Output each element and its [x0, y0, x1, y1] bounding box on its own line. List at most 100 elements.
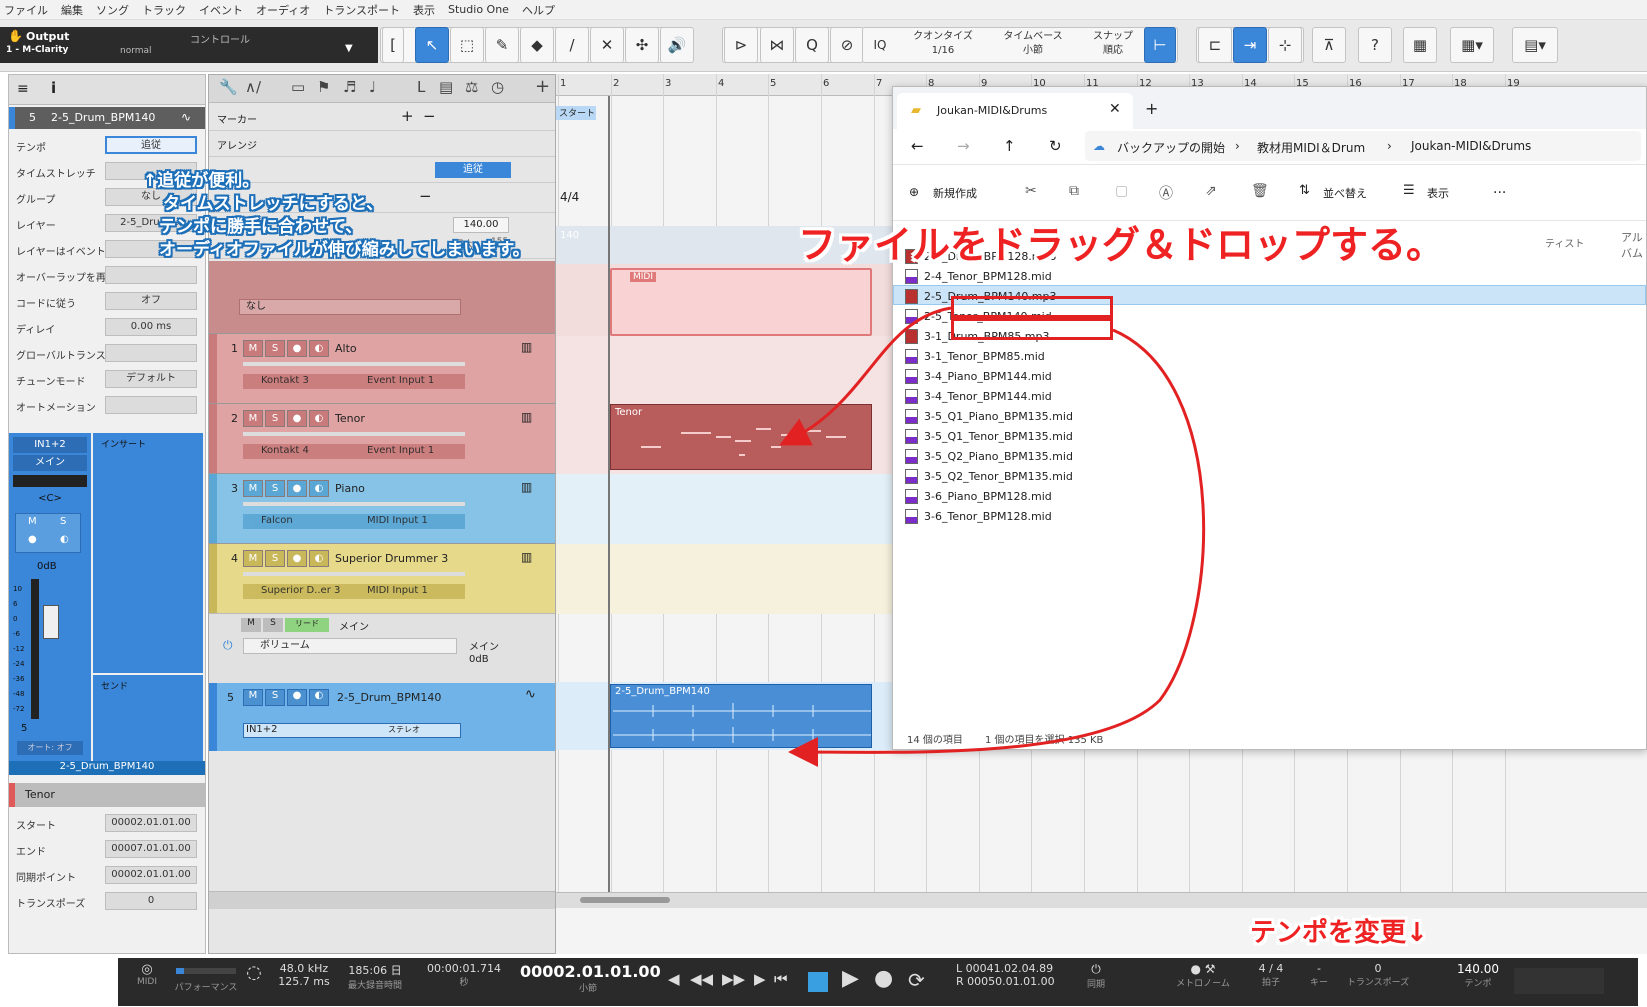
file-row[interactable]: 3-5_Q1_Tenor_BPM135.mid	[905, 427, 1073, 445]
event-row-value[interactable]: 00007.01.01.00	[105, 840, 197, 858]
track-instrument[interactable]: Superior D..er 3	[243, 584, 349, 599]
monitor-button[interactable]: ◐	[309, 340, 329, 357]
bracket-icon[interactable]: [	[382, 27, 404, 63]
bus-solo-button[interactable]: S	[263, 618, 283, 632]
track-midi-input[interactable]: Event Input 1	[349, 444, 465, 459]
folder-preset[interactable]: なし	[239, 299, 461, 315]
mute-button[interactable]: M	[243, 340, 263, 357]
wrench-icon[interactable]: 🔧	[219, 78, 238, 96]
play-button[interactable]: ▶	[842, 966, 859, 991]
rename-icon[interactable]: Ⓐ	[1159, 183, 1173, 203]
mute-button[interactable]: M	[243, 550, 263, 567]
breadcrumb-1[interactable]: バックアップの開始	[1117, 139, 1225, 156]
bus-mute-button[interactable]: M	[241, 618, 261, 632]
file-row[interactable]: 3-1_Tenor_BPM85.mid	[905, 347, 1045, 365]
audio-monitor-button[interactable]: ◐	[309, 689, 329, 706]
split-tool-icon[interactable]: ✎	[485, 27, 519, 63]
volume-fader[interactable]	[43, 605, 59, 639]
record-button[interactable]: ●	[874, 966, 893, 991]
column-album[interactable]: アルバム	[1621, 229, 1646, 261]
eraser-tool-icon[interactable]: ◆	[520, 27, 554, 63]
record-button[interactable]: ●	[287, 340, 307, 357]
timebase-setting[interactable]: タイムベース 小節	[993, 30, 1073, 58]
grid-icon[interactable]: ▦▾	[1450, 27, 1494, 63]
breadcrumb-3[interactable]: Joukan-MIDI&Drums	[1411, 139, 1531, 153]
delete-icon[interactable]: 🗑	[1251, 183, 1269, 199]
menu-file[interactable]: ファイル	[4, 2, 48, 18]
record-button[interactable]: ●	[287, 480, 307, 497]
audio-event[interactable]: 2-5_Drum_BPM140	[610, 684, 872, 748]
channel-output[interactable]: メイン	[13, 455, 87, 471]
chevron-down-icon[interactable]: ▼	[345, 43, 353, 54]
inspector-row-value[interactable]: デフォルト	[105, 370, 197, 388]
share-icon[interactable]: ⇗	[1205, 183, 1217, 199]
sync-button[interactable]: ⏻ 同期	[1078, 962, 1114, 990]
track-instrument[interactable]: Kontakt 3	[243, 374, 349, 389]
menu-studio-one[interactable]: Studio One	[448, 3, 509, 16]
file-row[interactable]: 3-4_Tenor_BPM144.mid	[905, 387, 1052, 405]
chord-icon[interactable]: ♬	[343, 78, 356, 96]
mute-tool-icon[interactable]: ✕	[590, 27, 624, 63]
file-row[interactable]: 3-5_Q1_Piano_BPM135.mid	[905, 407, 1073, 425]
menu-track[interactable]: トラック	[142, 2, 186, 18]
tempo-display[interactable]: 140.00 テンポ	[1450, 962, 1506, 989]
snap-setting[interactable]: スナップ 順応	[1083, 30, 1143, 58]
track-instrument[interactable]: Kontakt 4	[243, 444, 349, 459]
time-display[interactable]: 00:00:01.714 秒	[424, 962, 504, 988]
loop-range[interactable]: L 00041.02.04.89 R 00050.01.01.00	[956, 962, 1066, 988]
menu-help[interactable]: ヘルプ	[522, 2, 555, 18]
inspector-row-value[interactable]	[105, 266, 197, 284]
record-button[interactable]: ●	[287, 550, 307, 567]
solo-button[interactable]: S	[265, 410, 285, 427]
rewind-start-icon[interactable]: ◀	[668, 970, 680, 988]
inspector-row-value[interactable]: 0.00 ms	[105, 318, 197, 336]
automation-mode[interactable]: オート: オフ	[17, 741, 83, 755]
address-bar[interactable]: ☁ バックアップの開始 › 教材用MIDI＆Drum › Joukan-MIDI…	[1085, 131, 1641, 161]
layout-icon[interactable]: ▤▾	[1512, 27, 1558, 63]
track-midi-input[interactable]: Event Input 1	[349, 374, 465, 389]
snap-both-icon[interactable]: ⋈	[760, 27, 794, 63]
bend-tool-icon[interactable]: ✣	[625, 27, 659, 63]
inspector-row-value[interactable]	[105, 344, 197, 362]
breadcrumb-2[interactable]: 教材用MIDI＆Drum	[1257, 139, 1365, 156]
quantize-icon[interactable]: Q	[795, 27, 829, 63]
metronome[interactable]: ● ⚒ メトロノーム	[1168, 962, 1238, 989]
lyrics-icon[interactable]: L	[417, 78, 425, 96]
record-button[interactable]: ●	[287, 410, 307, 427]
mute-button[interactable]: M	[243, 410, 263, 427]
audio-mute-button[interactable]: M	[243, 689, 263, 706]
pan-slider[interactable]	[13, 475, 87, 487]
start-marker[interactable]: スタート	[556, 106, 596, 120]
new-tab-icon[interactable]: +	[1145, 99, 1158, 118]
mute-button[interactable]: M	[28, 516, 37, 527]
horizontal-scrollbar[interactable]	[556, 892, 1647, 908]
file-row[interactable]: 3-6_Piano_BPM128.mid	[905, 487, 1052, 505]
to-start-icon[interactable]: ⏮	[774, 970, 788, 988]
flag-icon[interactable]: ⚑	[317, 78, 330, 96]
midi-folder-event[interactable]: MIDI	[610, 268, 872, 336]
transpose[interactable]: 0 トランスポーズ	[1340, 962, 1416, 988]
copy-icon[interactable]: ⧉	[1069, 183, 1079, 199]
to-end-icon[interactable]: ▶	[754, 970, 766, 988]
track-volume-slider[interactable]	[243, 572, 465, 576]
file-row[interactable]: 3-6_Tenor_BPM128.mid	[905, 507, 1052, 525]
rewind-icon[interactable]: ◀◀	[690, 970, 713, 988]
menu-audio[interactable]: オーディオ	[256, 2, 310, 18]
automation-icon[interactable]: ∧∕	[245, 78, 261, 96]
record-button[interactable]: ●	[28, 534, 37, 545]
tenor-event[interactable]: Tenor	[610, 404, 872, 470]
monitor-button[interactable]: ◐	[309, 480, 329, 497]
solo-button[interactable]: S	[265, 480, 285, 497]
view-button[interactable]: 表示	[1427, 185, 1449, 201]
playhead[interactable]	[608, 96, 610, 892]
close-tab-icon[interactable]: ✕	[1109, 101, 1121, 117]
loop-button[interactable]: ⟳	[908, 968, 925, 992]
marker-track-icon[interactable]: ▭	[291, 78, 305, 96]
menu-icon[interactable]: ≡	[17, 81, 29, 97]
ruler-icon[interactable]: ⚖	[465, 78, 478, 96]
event-row-value[interactable]: 0	[105, 892, 197, 910]
tempo-icon[interactable]: ♩	[369, 78, 376, 96]
scroll-thumb[interactable]	[580, 897, 670, 903]
zoom-fit-icon[interactable]: ⊼	[1312, 27, 1346, 63]
track-volume-slider[interactable]	[243, 502, 465, 506]
